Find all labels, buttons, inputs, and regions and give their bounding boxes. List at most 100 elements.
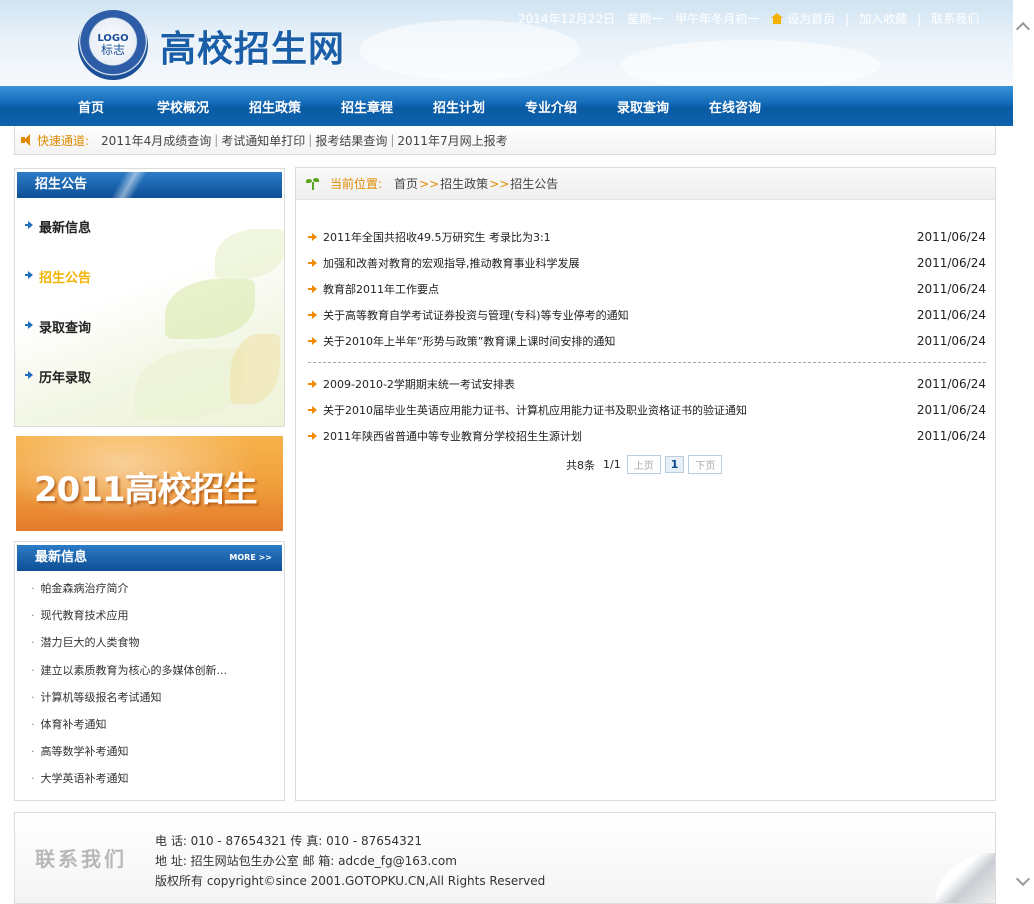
leaf-decoration bbox=[165, 279, 255, 339]
separator: | bbox=[917, 11, 922, 26]
nav-item-admission-query[interactable]: 录取查询 bbox=[597, 97, 689, 116]
quick-access-label: 快速通道: bbox=[37, 133, 90, 148]
arrow-right-icon bbox=[308, 259, 318, 267]
quick-link-score-query[interactable]: 2011年4月成绩查询 bbox=[101, 132, 211, 149]
nav-item-school-overview[interactable]: 学校概况 bbox=[137, 97, 229, 116]
prev-page-button[interactable]: 上页 bbox=[626, 455, 661, 474]
next-page-button[interactable]: 下页 bbox=[688, 455, 723, 474]
separator: | bbox=[390, 133, 395, 147]
sidebar-menu-box: 招生公告 最新信息 招生公告 录取查询 历年录取 bbox=[14, 168, 285, 427]
add-favorite-link[interactable]: 加入收藏 bbox=[859, 10, 907, 27]
article-row[interactable]: 2011年全国共招收49.5万研究生 考录比为3:1 2011/06/24 bbox=[308, 224, 986, 250]
list-item[interactable]: · 计算机等级报名考试通知 bbox=[31, 689, 271, 716]
news-item-text: 建立以素质教育为核心的多媒体创新... bbox=[40, 663, 228, 677]
list-item[interactable]: · 帕金森病治疗简介 bbox=[31, 580, 271, 607]
footer-phone-fax: 电 话: 010 - 87654321 传 真: 010 - 87654321 bbox=[155, 834, 423, 848]
site-logo[interactable]: LOGO 标志 bbox=[78, 10, 148, 80]
current-page-button[interactable]: 1 bbox=[664, 456, 685, 473]
nav-item-admission-charter[interactable]: 招生章程 bbox=[321, 97, 413, 116]
list-item[interactable]: · 大学英语补考通知 bbox=[31, 770, 271, 797]
article-row[interactable]: 关于2010年上半年“形势与政策”教育课上课时间安排的通知 2011/06/24 bbox=[308, 328, 986, 354]
list-item[interactable]: · 潜力巨大的人类食物 bbox=[31, 634, 271, 661]
sidebar-item-label: 最新信息 bbox=[39, 221, 92, 236]
site-title[interactable]: 高校招生网 bbox=[160, 20, 345, 72]
header-cloud-decoration bbox=[620, 40, 880, 86]
news-item-text: 高等数学补考通知 bbox=[40, 745, 129, 759]
sidebar-item-admission-notice[interactable]: 招生公告 bbox=[25, 267, 91, 317]
page-curl-decoration bbox=[935, 853, 995, 903]
sidebar-item-past-admissions[interactable]: 历年录取 bbox=[25, 367, 91, 417]
set-home-link[interactable]: 设为首页 bbox=[787, 10, 835, 27]
speaker-icon bbox=[21, 134, 33, 146]
footer-contact-info: 电 话: 010 - 87654321 传 真: 010 - 87654321 … bbox=[155, 831, 545, 891]
arrow-right-icon bbox=[308, 380, 318, 388]
arrow-right-icon bbox=[308, 233, 318, 241]
article-title: 关于2010届毕业生英语应用能力证书、计算机应用能力证书及职业资格证书的验证通知 bbox=[323, 404, 747, 417]
arrow-right-icon bbox=[25, 321, 33, 329]
scroll-up-icon[interactable] bbox=[1015, 21, 1031, 37]
news-title-text: 最新信息 bbox=[35, 550, 88, 565]
list-item[interactable]: · 建立以素质教育为核心的多媒体创新... bbox=[31, 662, 271, 689]
leaf-decoration bbox=[135, 349, 245, 419]
quick-access-bar: 快速通道: 2011年4月成绩查询 | 考试通知单打印 | 报考结果查询 | 2… bbox=[14, 126, 996, 155]
news-list: · 帕金森病治疗简介 · 现代教育技术应用 · 潜力巨大的人类食物 · 建立以素质教育为… bbox=[31, 580, 271, 798]
latest-news-box: 最新信息 MORE >> · 帕金森病治疗简介 · 现代教育技术应用 · 潜力巨大的人… bbox=[14, 541, 285, 801]
quick-link-exam-notice-print[interactable]: 考试通知单打印 bbox=[221, 132, 305, 149]
article-row[interactable]: 2011年陕西省普通中等专业教育分学校招生生源计划 2011/06/24 bbox=[308, 423, 986, 449]
news-item-text: 现代教育技术应用 bbox=[40, 609, 129, 623]
article-row[interactable]: 关于高等教育自学考试证券投资与管理(专科)等专业停考的通知 2011/06/24 bbox=[308, 302, 986, 328]
quick-link-result-query[interactable]: 报考结果查询 bbox=[315, 132, 387, 149]
arrow-right-icon bbox=[308, 432, 318, 440]
page-indicator: 1/1 bbox=[603, 458, 621, 471]
list-item[interactable]: · 体育补考通知 bbox=[31, 716, 271, 743]
article-date: 2011/06/24 bbox=[916, 334, 986, 348]
logo-subtext: 标志 bbox=[100, 42, 125, 57]
article-row[interactable]: 加强和改善对教育的宏观指导,推动教育事业科学发展 2011/06/24 bbox=[308, 250, 986, 276]
article-date: 2011/06/24 bbox=[916, 230, 986, 244]
breadcrumb-item-home[interactable]: 首页 bbox=[394, 175, 418, 192]
current-date: 2014年12月22日 bbox=[518, 12, 616, 26]
article-title: 关于高等教育自学考试证券投资与管理(专科)等专业停考的通知 bbox=[323, 309, 629, 322]
sidebar-item-label: 录取查询 bbox=[39, 321, 92, 336]
admission-banner[interactable]: 2011高校招生 bbox=[16, 436, 283, 531]
footer-watermark: 联系我们 bbox=[35, 847, 127, 871]
contact-link[interactable]: 联系我们 bbox=[931, 10, 979, 27]
logo-text: LOGO bbox=[97, 32, 129, 44]
article-title: 2011年陕西省普通中等专业教育分学校招生生源计划 bbox=[323, 430, 582, 443]
breadcrumb-separator: >> bbox=[419, 176, 440, 191]
quick-link-online-register[interactable]: 2011年7月网上报考 bbox=[397, 132, 507, 149]
top-utility-bar: 2014年12月22日 星期一 甲午年冬月初一 设为首页 | 加入收藏 | 联系… bbox=[518, 10, 979, 27]
article-list: 2011年全国共招收49.5万研究生 考录比为3:1 2011/06/24 加强和… bbox=[308, 224, 986, 449]
sidebar-title: 招生公告 bbox=[17, 172, 282, 198]
nav-item-admission-policy[interactable]: 招生政策 bbox=[229, 97, 321, 116]
list-item[interactable]: · 现代教育技术应用 bbox=[31, 607, 271, 634]
breadcrumb-item-policy[interactable]: 招生政策 bbox=[440, 175, 488, 192]
scroll-down-icon[interactable] bbox=[1015, 871, 1031, 887]
news-item-text: 体育补考通知 bbox=[40, 717, 107, 731]
breadcrumb-item-notice[interactable]: 招生公告 bbox=[510, 175, 558, 192]
nav-item-home[interactable]: 首页 bbox=[45, 97, 137, 116]
sidebar-item-latest-info[interactable]: 最新信息 bbox=[25, 217, 91, 267]
article-row[interactable]: 教育部2011年工作要点 2011/06/24 bbox=[308, 276, 986, 302]
sidebar-item-admission-query[interactable]: 录取查询 bbox=[25, 317, 91, 367]
list-item[interactable]: · 高等数学补考通知 bbox=[31, 743, 271, 770]
arrow-right-icon bbox=[308, 285, 318, 293]
nav-item-admission-plan[interactable]: 招生计划 bbox=[413, 97, 505, 116]
article-row[interactable]: 关于2010届毕业生英语应用能力证书、计算机应用能力证书及职业资格证书的验证通知… bbox=[308, 397, 986, 423]
more-link[interactable]: MORE >> bbox=[229, 545, 272, 571]
arrow-right-icon bbox=[25, 371, 33, 379]
separator: | bbox=[214, 133, 219, 147]
bullet: · bbox=[31, 582, 35, 595]
leaf-decoration bbox=[215, 229, 284, 279]
article-row[interactable]: 2009-2010-2学期期末统一考试安排表 2011/06/24 bbox=[308, 371, 986, 397]
article-title: 2011年全国共招收49.5万研究生 考录比为3:1 bbox=[323, 231, 551, 244]
article-title: 2009-2010-2学期期末统一考试安排表 bbox=[323, 378, 515, 391]
arrow-right-icon bbox=[25, 221, 33, 229]
nav-item-majors[interactable]: 专业介绍 bbox=[505, 97, 597, 116]
lunar-date: 甲午年冬月初一 bbox=[675, 12, 760, 26]
banner-text: 2011高校招生 bbox=[34, 470, 258, 510]
arrow-right-icon bbox=[308, 311, 318, 319]
nav-item-online-consult[interactable]: 在线咨询 bbox=[689, 97, 781, 116]
title-tab-decoration bbox=[109, 172, 149, 198]
sidebar-title-text: 招生公告 bbox=[35, 177, 88, 192]
